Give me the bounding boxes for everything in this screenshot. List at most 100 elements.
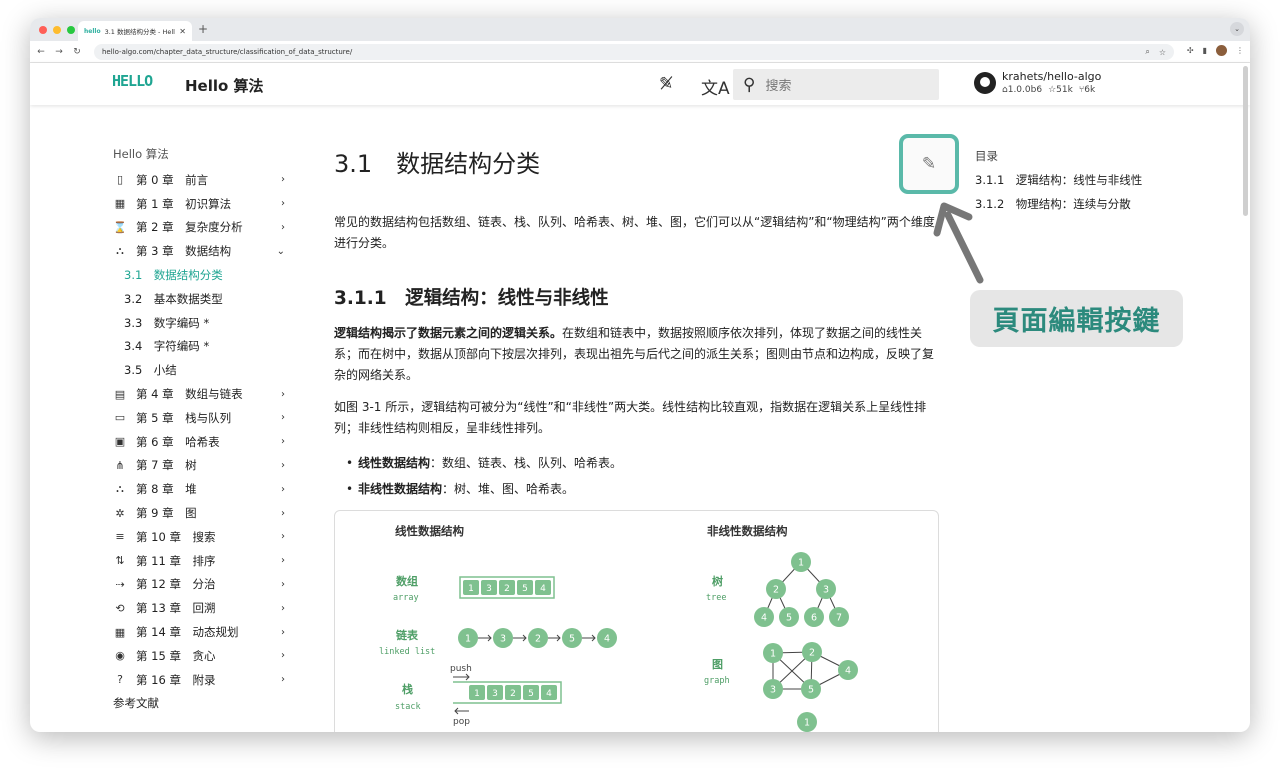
linked-list-node-label: 3: [500, 634, 506, 645]
extensions-icon[interactable]: ✣: [1187, 46, 1194, 55]
sidebar-item-chapter-15[interactable]: ◉ 第 15 章 贪心 ›: [113, 644, 293, 668]
chevron-right-icon: ›: [281, 388, 285, 400]
stack-label: 栈: [402, 682, 413, 696]
forward-icon[interactable]: →: [50, 47, 68, 57]
intro-paragraph: 常见的数据结构包括数组、链表、栈、队列、哈希表、树、堆、图，它们可以从“逻辑结构…: [334, 215, 935, 250]
pop-label: pop: [453, 717, 470, 727]
tab-title: 3.1 数据结构分类 - Hello 算法: [104, 28, 176, 36]
sidebar-item-chapter-12[interactable]: ⇢ 第 12 章 分治 ›: [113, 573, 293, 597]
sidebar-item-chapter-11[interactable]: ⇅ 第 11 章 排序 ›: [113, 549, 293, 573]
article: 3.1 数据结构分类 常见的数据结构包括数组、链表、栈、队列、哈希表、树、堆、图…: [334, 144, 939, 732]
sidebar-subitem-3-1[interactable]: 3.1 数据结构分类: [113, 263, 293, 287]
site-name[interactable]: Hello 算法: [185, 75, 264, 96]
sidebar-title: Hello 算法: [113, 147, 169, 161]
tab-search-icon[interactable]: ⌄: [1230, 22, 1244, 36]
minimize-window-button[interactable]: [53, 26, 61, 34]
maximize-window-button[interactable]: [67, 26, 75, 34]
graph-node-label: 3: [770, 685, 776, 696]
sort-icon: ⇅: [115, 554, 125, 568]
book-icon: ▯: [116, 173, 124, 187]
toc-item-3-1-1[interactable]: 3.1.1 逻辑结构：线性与非线性: [975, 172, 1195, 196]
sidebar-item-chapter-9[interactable]: ✲ 第 9 章 图 ›: [113, 501, 293, 525]
new-tab-icon[interactable]: +: [198, 22, 208, 36]
calculator-icon: ▦: [114, 197, 126, 211]
site-logo[interactable]: HELLO: [112, 72, 153, 90]
linked-list-sublabel: linked list: [379, 647, 435, 657]
reload-icon[interactable]: ↻: [68, 47, 86, 57]
tree-node-label: 5: [786, 613, 792, 624]
zoom-icon[interactable]: ⌕: [1145, 47, 1149, 57]
array-label: 数组: [396, 574, 418, 588]
sidebar-subitem-3-4[interactable]: 3.4 字符编码 *: [113, 335, 293, 359]
sidebar-item-chapter-3[interactable]: ⛬ 第 3 章 数据结构 ⌄: [113, 239, 293, 263]
table-icon: ▤: [114, 387, 126, 401]
sidebar-subitem-3-5[interactable]: 3.5 小结: [113, 358, 293, 382]
hash-table-icon: ▣: [114, 435, 126, 449]
sidebar-item-chapter-7[interactable]: ⋔ 第 7 章 树 ›: [113, 454, 293, 478]
back-icon[interactable]: ←: [32, 47, 50, 57]
classification-paragraph: 如图 3-1 所示，逻辑结构可被分为“线性”和“非线性”两大类。线性结构比较直观…: [334, 400, 927, 435]
repo-name: krahets/hello-algo: [1002, 70, 1102, 83]
repo-link[interactable]: krahets/hello-algo ⌂1.0.0b6 ☆51k ⑂6k: [974, 70, 1101, 95]
toc-item-3-1-2[interactable]: 3.1.2 物理结构：连续与分散: [975, 196, 1195, 220]
sidebar-subitem-3-3[interactable]: 3.3 数字编码 *: [113, 311, 293, 335]
chevron-right-icon: ›: [281, 221, 285, 233]
browser-tab[interactable]: hello 3.1 数据结构分类 - Hello 算法 ✕: [78, 21, 192, 41]
sidebar-item-chapter-8[interactable]: ⛬ 第 8 章 堆 ›: [113, 477, 293, 501]
array-sublabel: array: [393, 593, 419, 603]
chevron-down-icon: ⌄: [276, 245, 285, 257]
sidebar-item-references[interactable]: 参考文献: [113, 692, 293, 716]
sidebar-item-chapter-13[interactable]: ⟲ 第 13 章 回溯 ›: [113, 596, 293, 620]
address-bar[interactable]: hello-algo.com/chapter_data_structure/cl…: [94, 44, 1174, 60]
tree-sublabel: tree: [706, 593, 726, 603]
close-tab-icon[interactable]: ✕: [179, 27, 186, 36]
array-cell-label: 1: [468, 584, 474, 594]
sidebar-item-chapter-10[interactable]: ≡ 第 10 章 搜索 ›: [113, 525, 293, 549]
stack-cell-label: 2: [510, 689, 516, 699]
linked-list-node-label: 5: [569, 634, 575, 645]
tree-node-label: 6: [811, 613, 817, 624]
graph-label: 图: [712, 658, 723, 671]
stack-cell-label: 5: [528, 689, 534, 699]
sidebar-item-chapter-16[interactable]: ? 第 16 章 附录 ›: [113, 668, 293, 692]
theme-toggle-icon[interactable]: ✎̸: [659, 74, 673, 94]
tree-diagram: 1 2 3 4 5 6 7: [754, 552, 849, 627]
sidebar-item-chapter-14[interactable]: ▦ 第 14 章 动态规划 ›: [113, 620, 293, 644]
linked-list-node-label: 4: [604, 634, 610, 645]
chevron-right-icon: ›: [281, 198, 285, 210]
lightbulb-icon: ◉: [115, 649, 125, 663]
sidebar-item-chapter-5[interactable]: ▭ 第 5 章 栈与队列 ›: [113, 406, 293, 430]
divide-icon: ⇢: [115, 577, 125, 591]
graph-node-label: 4: [845, 666, 851, 677]
chevron-right-icon: ›: [281, 602, 285, 614]
stack-cell-label: 1: [474, 689, 480, 699]
chevron-right-icon: ›: [281, 578, 285, 590]
page-scrollbar[interactable]: [1243, 66, 1248, 216]
sidebar-item-chapter-2[interactable]: ⌛ 第 2 章 复杂度分析 ›: [113, 216, 293, 240]
url-text[interactable]: hello-algo.com/chapter_data_structure/cl…: [102, 48, 1136, 56]
graph-node-label: 5: [808, 685, 814, 696]
sidebar-item-chapter-4[interactable]: ▤ 第 4 章 数组与链表 ›: [113, 382, 293, 406]
star-count: ☆51k: [1048, 85, 1073, 95]
chevron-right-icon: ›: [281, 436, 285, 448]
sidebar-subitem-3-2[interactable]: 3.2 基本数据类型: [113, 287, 293, 311]
array-cell-label: 5: [522, 584, 528, 594]
sidebar-item-chapter-6[interactable]: ▣ 第 6 章 哈希表 ›: [113, 430, 293, 454]
bookmark-star-icon[interactable]: ☆: [1159, 48, 1166, 57]
window-controls: [39, 26, 75, 34]
search-list-icon: ≡: [115, 530, 125, 544]
graph-sublabel: graph: [704, 676, 730, 686]
language-icon[interactable]: 文A: [701, 74, 730, 99]
close-window-button[interactable]: [39, 26, 47, 34]
chevron-right-icon: ›: [281, 483, 285, 495]
shapes-icon: ⛬: [116, 244, 124, 258]
browser-menu-icon[interactable]: ⋮: [1236, 46, 1244, 55]
sidebar-item-chapter-1[interactable]: ▦ 第 1 章 初识算法 ›: [113, 192, 293, 216]
sidebar-item-chapter-0[interactable]: ▯ 第 0 章 前言 ›: [113, 168, 293, 192]
tab-bar: hello 3.1 数据结构分类 - Hello 算法 ✕ + ⌄: [30, 18, 1250, 41]
search-box[interactable]: ⚲ 搜索: [733, 69, 939, 100]
site-header: HELLO Hello 算法 ✎̸ 文A ⚲ 搜索 krahets/hello-…: [30, 63, 1250, 105]
profile-avatar[interactable]: [1216, 45, 1227, 56]
edit-page-button[interactable]: ✎: [899, 134, 959, 194]
sidepanel-icon[interactable]: ▮: [1203, 46, 1207, 55]
